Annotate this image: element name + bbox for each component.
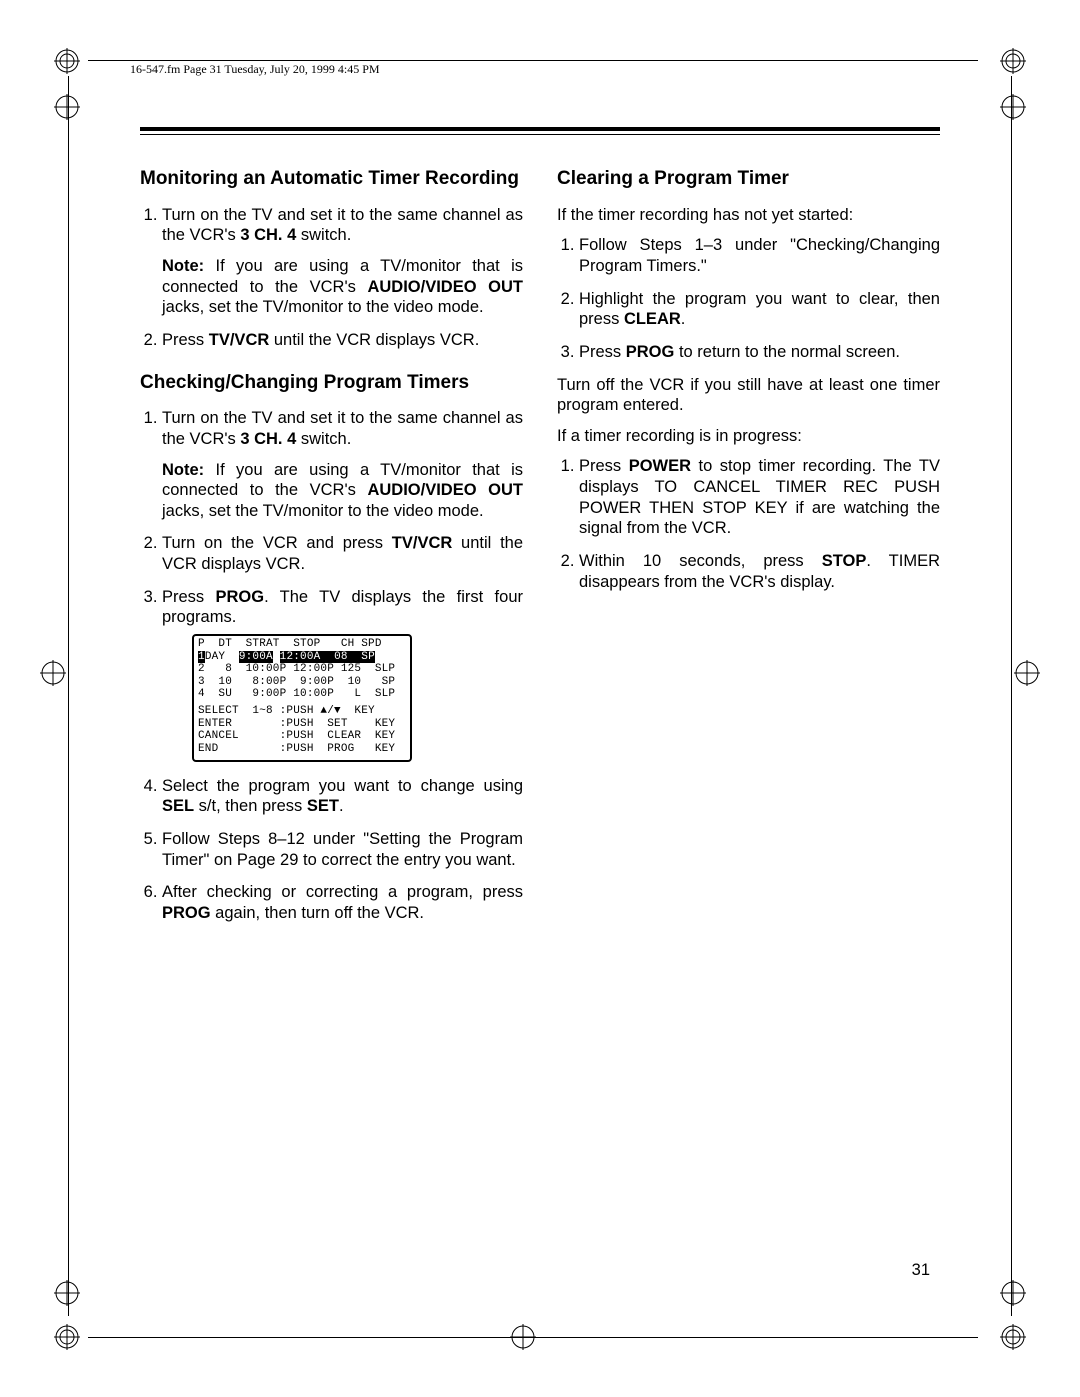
register-mark-icon <box>1014 660 1040 686</box>
register-mark-icon <box>54 94 80 120</box>
text: switch. <box>296 226 351 244</box>
text: Press <box>162 588 215 606</box>
key-label: 3 CH. 4 <box>240 226 296 244</box>
register-mark-icon <box>54 1280 80 1306</box>
list-item: Press PROG to return to the normal scree… <box>579 342 940 363</box>
right-column: Clearing a Program Timer If the timer re… <box>557 159 940 935</box>
list-item: Turn on the VCR and press TV/VCR until t… <box>162 533 523 574</box>
list-item: Press TV/VCR until the VCR displays VCR. <box>162 330 523 351</box>
text: s/t, then press <box>194 797 307 815</box>
heading-monitoring: Monitoring an Automatic Timer Recording <box>140 167 523 191</box>
text: Within 10 seconds, press <box>579 552 822 570</box>
text: jacks, set the TV/monitor to the video m… <box>162 502 484 520</box>
list-item: Press POWER to stop timer recording. The… <box>579 456 940 539</box>
list-item: Turn on the TV and set it to the same ch… <box>162 205 523 318</box>
key-label: TV/VCR <box>392 534 453 552</box>
register-mark-icon <box>1000 1280 1026 1306</box>
heading-checking: Checking/Changing Program Timers <box>140 371 523 395</box>
note-label: Note: <box>162 257 204 275</box>
osd-footer: ENTER :PUSH SET KEY <box>198 718 406 731</box>
paragraph: If the timer recording has not yet start… <box>557 205 940 226</box>
text: jacks, set the TV/monitor to the video m… <box>162 298 484 316</box>
running-head: 16-547.fm Page 31 Tuesday, July 20, 1999… <box>130 62 1020 77</box>
osd-footer: END :PUSH PROG KEY <box>198 743 406 756</box>
osd-highlight: 9:00A <box>239 651 273 664</box>
key-label: AUDIO/VIDEO OUT <box>367 278 523 296</box>
checking-list: Turn on the TV and set it to the same ch… <box>140 408 523 923</box>
osd-highlight: 12:00A 08 SP <box>280 651 375 664</box>
osd-footer: CANCEL :PUSH CLEAR KEY <box>198 730 406 743</box>
list-item: Follow Steps 1–3 under "Checking/Changin… <box>579 235 940 276</box>
text: again, then turn off the VCR. <box>211 904 424 922</box>
list-item: Select the program you want to change us… <box>162 776 523 817</box>
clearing-list-1: Follow Steps 1–3 under "Checking/Changin… <box>557 235 940 362</box>
key-label: PROG <box>215 588 264 606</box>
text: DAY <box>205 651 239 664</box>
key-label: PROG <box>162 904 211 922</box>
key-label: POWER <box>629 457 691 475</box>
key-label: STOP <box>822 552 867 570</box>
left-column: Monitoring an Automatic Timer Recording … <box>140 159 523 935</box>
monitoring-list: Turn on the TV and set it to the same ch… <box>140 205 523 351</box>
note: Note: If you are using a TV/monitor that… <box>162 460 523 522</box>
osd-row: 2 8 10:00P 12:00P 125 SLP <box>198 663 406 676</box>
content-columns: Monitoring an Automatic Timer Recording … <box>140 159 940 935</box>
section-divider <box>140 127 940 135</box>
key-label: PROG <box>626 343 675 361</box>
text: Press <box>579 457 629 475</box>
page: 16-547.fm Page 31 Tuesday, July 20, 1999… <box>60 40 1020 1350</box>
text <box>273 651 280 664</box>
osd-screen: P DT STRAT STOP CH SPD 1DAY 9:00A 12:00A… <box>192 634 412 762</box>
list-item: Turn on the TV and set it to the same ch… <box>162 408 523 521</box>
osd-row: 3 10 8:00P 9:00P 10 SP <box>198 676 406 689</box>
text: until the VCR displays VCR. <box>269 331 479 349</box>
list-item: Press PROG. The TV displays the first fo… <box>162 587 523 762</box>
list-item: Within 10 seconds, press STOP. TIMER dis… <box>579 551 940 592</box>
text: Press <box>162 331 209 349</box>
register-mark-icon <box>54 1324 80 1350</box>
text: . <box>339 797 344 815</box>
key-label: 3 CH. 4 <box>240 430 296 448</box>
osd-footer: SELECT 1~8 :PUSH ▲/▼ KEY <box>198 705 406 718</box>
key-label: SET <box>307 797 339 815</box>
register-mark-icon <box>1000 48 1026 74</box>
paragraph: Turn off the VCR if you still have at le… <box>557 375 940 416</box>
register-mark-icon <box>1000 94 1026 120</box>
key-label: AUDIO/VIDEO OUT <box>367 481 523 499</box>
register-mark-icon <box>40 660 66 686</box>
osd-row: 1DAY 9:00A 12:00A 08 SP <box>198 651 406 664</box>
page-number: 31 <box>912 1261 930 1280</box>
list-item: Follow Steps 8–12 under "Setting the Pro… <box>162 829 523 870</box>
text: Press <box>579 343 626 361</box>
register-mark-icon <box>1000 1324 1026 1350</box>
text: switch. <box>296 430 351 448</box>
heading-clearing: Clearing a Program Timer <box>557 167 940 191</box>
text: After checking or correcting a program, … <box>162 883 523 901</box>
text: Turn on the VCR and press <box>162 534 392 552</box>
note: Note: If you are using a TV/monitor that… <box>162 256 523 318</box>
paragraph: If a timer recording is in progress: <box>557 426 940 447</box>
text: Select the program you want to change us… <box>162 777 523 795</box>
clearing-list-2: Press POWER to stop timer recording. The… <box>557 456 940 592</box>
register-mark-icon <box>54 48 80 74</box>
text: to return to the normal screen. <box>674 343 900 361</box>
note-label: Note: <box>162 461 204 479</box>
register-mark-icon <box>510 1324 536 1350</box>
key-label: TV/VCR <box>209 331 270 349</box>
key-label: SEL <box>162 797 194 815</box>
osd-highlight: 1 <box>198 651 205 664</box>
osd-header: P DT STRAT STOP CH SPD <box>198 638 406 651</box>
list-item: Highlight the program you want to clear,… <box>579 289 940 330</box>
key-label: CLEAR <box>624 310 681 328</box>
osd-row: 4 SU 9:00P 10:00P L SLP <box>198 688 406 701</box>
text: . <box>681 310 686 328</box>
list-item: After checking or correcting a program, … <box>162 882 523 923</box>
